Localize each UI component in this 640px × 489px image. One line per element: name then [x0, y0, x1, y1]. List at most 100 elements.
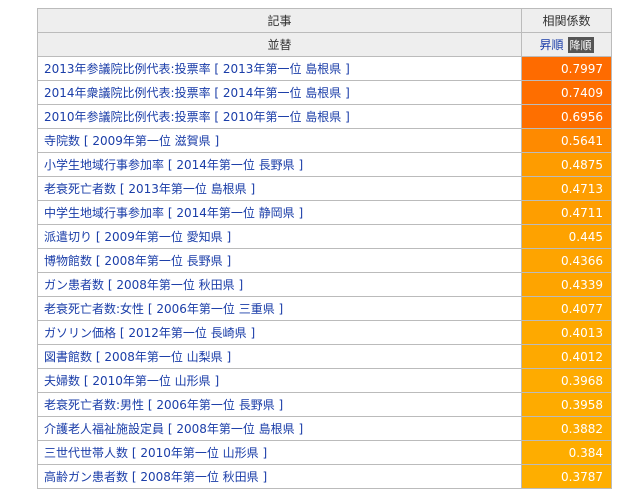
bracket-close: ]	[274, 398, 284, 412]
ranking-detail-link[interactable]: 2008年第一位 秋田県	[140, 470, 258, 484]
ranking-detail-link[interactable]: 2006年第一位 長野県	[156, 398, 274, 412]
article-cell: ガン患者数 [ 2008年第一位 秋田県 ]	[37, 272, 522, 297]
ranking-detail-link[interactable]: 2013年第一位 島根県	[128, 182, 246, 196]
article-cell: 博物館数 [ 2008年第一位 長野県 ]	[37, 248, 522, 273]
article-cell: 中学生地域行事参加率 [ 2014年第一位 静岡県 ]	[37, 200, 522, 225]
bracket-open: [	[80, 134, 93, 148]
table-row: 図書館数 [ 2008年第一位 山梨県 ] 0.4012	[37, 344, 612, 369]
table-row: 寺院数 [ 2009年第一位 滋賀県 ] 0.5641	[37, 128, 612, 153]
article-link[interactable]: 小学生地域行事参加率	[44, 158, 164, 172]
bracket-close: ]	[210, 134, 220, 148]
correlation-value: 0.4077	[521, 296, 612, 321]
article-cell: 2010年参議院比例代表:投票率 [ 2010年第一位 島根県 ]	[37, 104, 522, 129]
correlation-value: 0.445	[521, 224, 612, 249]
article-link[interactable]: 三世代世帯人数	[44, 446, 128, 460]
bracket-open: [	[164, 158, 177, 172]
article-cell: 老衰死亡者数 [ 2013年第一位 島根県 ]	[37, 176, 522, 201]
ranking-detail-link[interactable]: 2008年第一位 山梨県	[104, 350, 222, 364]
table-row: ガン患者数 [ 2008年第一位 秋田県 ] 0.4339	[37, 272, 612, 297]
article-link[interactable]: 寺院数	[44, 134, 80, 148]
correlation-value: 0.4339	[521, 272, 612, 297]
bracket-close: ]	[258, 470, 268, 484]
bracket-open: [	[116, 326, 129, 340]
article-cell: 2013年参議院比例代表:投票率 [ 2013年第一位 島根県 ]	[37, 56, 522, 81]
ranking-detail-link[interactable]: 2010年第一位 山形県	[140, 446, 258, 460]
ranking-detail-link[interactable]: 2008年第一位 島根県	[176, 422, 294, 436]
ranking-detail-link[interactable]: 2006年第一位 三重県	[156, 302, 274, 316]
correlation-value: 0.6956	[521, 104, 612, 129]
article-link[interactable]: 高齢ガン患者数	[44, 470, 128, 484]
article-link[interactable]: 2014年衆議院比例代表:投票率	[44, 86, 211, 100]
ranking-detail-link[interactable]: 2009年第一位 愛知県	[104, 230, 222, 244]
table-row: 夫婦数 [ 2010年第一位 山形県 ] 0.3968	[37, 368, 612, 393]
article-cell: ガソリン価格 [ 2012年第一位 長崎県 ]	[37, 320, 522, 345]
article-link[interactable]: 老衰死亡者数:男性	[44, 398, 144, 412]
table-row: ガソリン価格 [ 2012年第一位 長崎県 ] 0.4013	[37, 320, 612, 345]
table-row: 2014年衆議院比例代表:投票率 [ 2014年第一位 島根県 ] 0.7409	[37, 80, 612, 105]
sort-descending-button[interactable]: 降順	[567, 36, 594, 53]
ranking-detail-link[interactable]: 2014年第一位 島根県	[223, 86, 341, 100]
table-row: 老衰死亡者数:男性 [ 2006年第一位 長野県 ] 0.3958	[37, 392, 612, 417]
article-cell: 夫婦数 [ 2010年第一位 山形県 ]	[37, 368, 522, 393]
bracket-close: ]	[294, 206, 304, 220]
bracket-open: [	[116, 182, 129, 196]
bracket-close: ]	[341, 86, 350, 100]
ranking-detail-link[interactable]: 2010年第一位 山形県	[92, 374, 210, 388]
ranking-detail-link[interactable]: 2010年第一位 島根県	[223, 110, 341, 124]
article-link[interactable]: 夫婦数	[44, 374, 80, 388]
article-link[interactable]: 派遣切り	[44, 230, 92, 244]
bracket-open: [	[210, 86, 223, 100]
correlation-value: 0.5641	[521, 128, 612, 153]
article-cell: 介護老人福祉施設定員 [ 2008年第一位 島根県 ]	[37, 416, 522, 441]
article-link[interactable]: 図書館数	[44, 350, 92, 364]
article-link[interactable]: 老衰死亡者数:女性	[44, 302, 144, 316]
table-row: 2013年参議院比例代表:投票率 [ 2013年第一位 島根県 ] 0.7997	[37, 56, 612, 81]
ranking-detail-link[interactable]: 2009年第一位 滋賀県	[92, 134, 210, 148]
article-cell: 寺院数 [ 2009年第一位 滋賀県 ]	[37, 128, 522, 153]
article-cell: 派遣切り [ 2009年第一位 愛知県 ]	[37, 224, 522, 249]
bracket-open: [	[80, 374, 93, 388]
article-link[interactable]: 2013年参議院比例代表:投票率	[44, 62, 211, 76]
ranking-detail-link[interactable]: 2012年第一位 長崎県	[128, 326, 246, 340]
bracket-close: ]	[294, 158, 304, 172]
ranking-detail-link[interactable]: 2013年第一位 島根県	[223, 62, 341, 76]
bracket-close: ]	[258, 446, 268, 460]
sort-ascending-link[interactable]: 昇順	[539, 36, 563, 53]
bracket-close: ]	[246, 326, 256, 340]
bracket-close: ]	[246, 182, 256, 196]
ranking-detail-link[interactable]: 2008年第一位 長野県	[104, 254, 222, 268]
column-header-correlation: 相関係数	[521, 8, 612, 33]
bracket-close: ]	[234, 278, 244, 292]
table-row: 2010年参議院比例代表:投票率 [ 2010年第一位 島根県 ] 0.6956	[37, 104, 612, 129]
correlation-value: 0.3787	[521, 464, 612, 489]
bracket-open: [	[164, 422, 177, 436]
ranking-detail-link[interactable]: 2008年第一位 秋田県	[116, 278, 234, 292]
article-link[interactable]: 介護老人福祉施設定員	[44, 422, 164, 436]
article-link[interactable]: ガソリン価格	[44, 326, 116, 340]
bracket-open: [	[92, 254, 105, 268]
correlation-table-container: 記事 相関係数 並替 昇順 降順 2013年参議院比例代表:投票率 [ 2013…	[37, 8, 612, 489]
bracket-close: ]	[222, 254, 232, 268]
sort-label: 並替	[37, 32, 522, 57]
article-link[interactable]: 中学生地域行事参加率	[44, 206, 164, 220]
sort-row: 並替 昇順 降順	[37, 32, 612, 57]
table-row: 介護老人福祉施設定員 [ 2008年第一位 島根県 ] 0.3882	[37, 416, 612, 441]
correlation-table: 記事 相関係数 並替 昇順 降順 2013年参議院比例代表:投票率 [ 2013…	[37, 8, 612, 489]
bracket-close: ]	[222, 350, 232, 364]
ranking-detail-link[interactable]: 2014年第一位 静岡県	[176, 206, 294, 220]
bracket-open: [	[104, 278, 117, 292]
bracket-close: ]	[210, 374, 220, 388]
article-link[interactable]: 2010年参議院比例代表:投票率	[44, 110, 211, 124]
article-link[interactable]: 老衰死亡者数	[44, 182, 116, 196]
header-row: 記事 相関係数	[37, 8, 612, 33]
table-row: 老衰死亡者数:女性 [ 2006年第一位 三重県 ] 0.4077	[37, 296, 612, 321]
correlation-value: 0.384	[521, 440, 612, 465]
correlation-value: 0.4875	[521, 152, 612, 177]
article-link[interactable]: ガン患者数	[44, 278, 104, 292]
bracket-close: ]	[341, 62, 350, 76]
article-link[interactable]: 博物館数	[44, 254, 92, 268]
article-cell: 小学生地域行事参加率 [ 2014年第一位 長野県 ]	[37, 152, 522, 177]
correlation-value: 0.4013	[521, 320, 612, 345]
ranking-detail-link[interactable]: 2014年第一位 長野県	[176, 158, 294, 172]
table-body: 2013年参議院比例代表:投票率 [ 2013年第一位 島根県 ] 0.7997 2…	[37, 56, 612, 489]
